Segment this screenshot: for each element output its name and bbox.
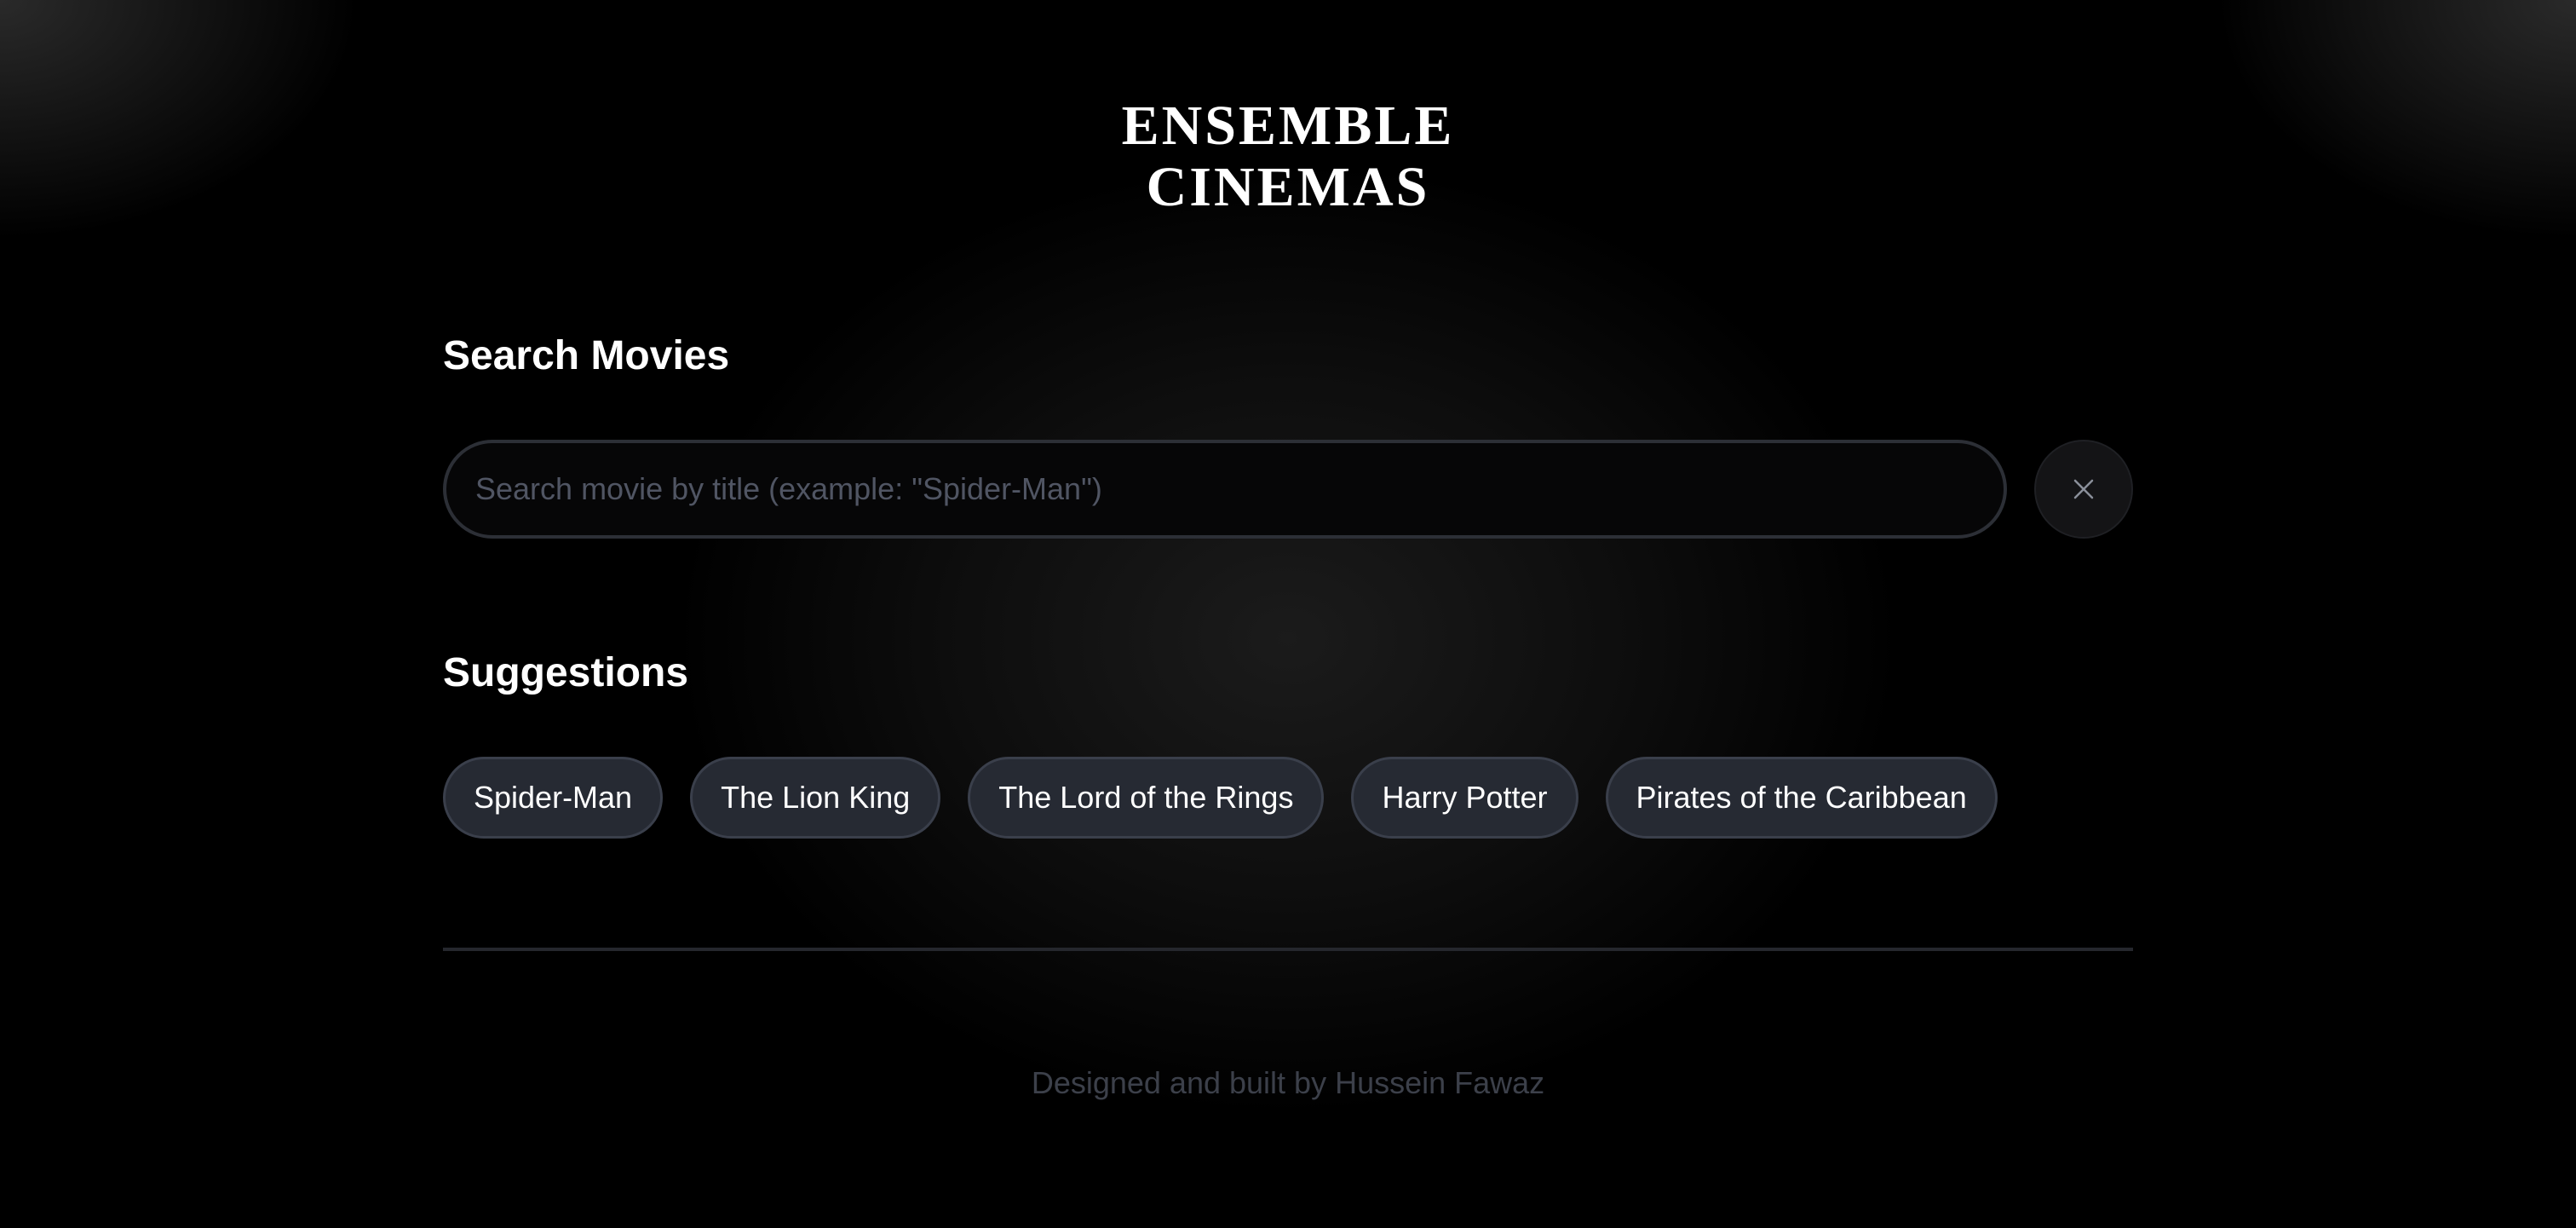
search-input[interactable] — [443, 440, 2007, 539]
footer-credit: Designed and built by Hussein Fawaz — [1031, 1065, 1545, 1100]
suggestions-list: Spider-Man The Lion King The Lord of the… — [443, 757, 1998, 839]
close-icon — [2073, 479, 2094, 499]
suggestions-heading: Suggestions — [443, 650, 689, 695]
suggestion-chip-spider-man[interactable]: Spider-Man — [443, 757, 664, 839]
clear-search-button[interactable] — [2034, 440, 2133, 539]
search-heading: Search Movies — [443, 333, 730, 378]
divider — [443, 948, 2133, 951]
suggestion-chip-lord-of-the-rings[interactable]: The Lord of the Rings — [968, 757, 1325, 839]
suggestion-chip-the-lion-king[interactable]: The Lion King — [690, 757, 941, 839]
suggestion-chip-harry-potter[interactable]: Harry Potter — [1351, 757, 1578, 839]
main-content: Search Movies Suggestions Spider-Man The… — [443, 0, 2133, 1228]
suggestion-chip-pirates-of-the-caribbean[interactable]: Pirates of the Caribbean — [1605, 757, 1998, 839]
